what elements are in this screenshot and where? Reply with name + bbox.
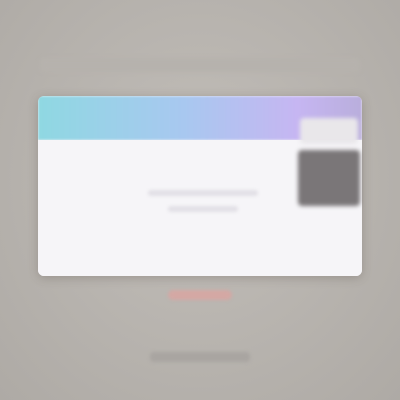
side-thumbnail[interactable] [298,150,360,206]
content-text-line [168,206,238,212]
screen [0,0,400,400]
primary-action-button[interactable] [168,290,232,300]
footer-bar [150,352,250,362]
content-text-line [148,190,258,196]
top-toolbar [40,58,360,72]
side-panel-card[interactable] [300,118,358,144]
